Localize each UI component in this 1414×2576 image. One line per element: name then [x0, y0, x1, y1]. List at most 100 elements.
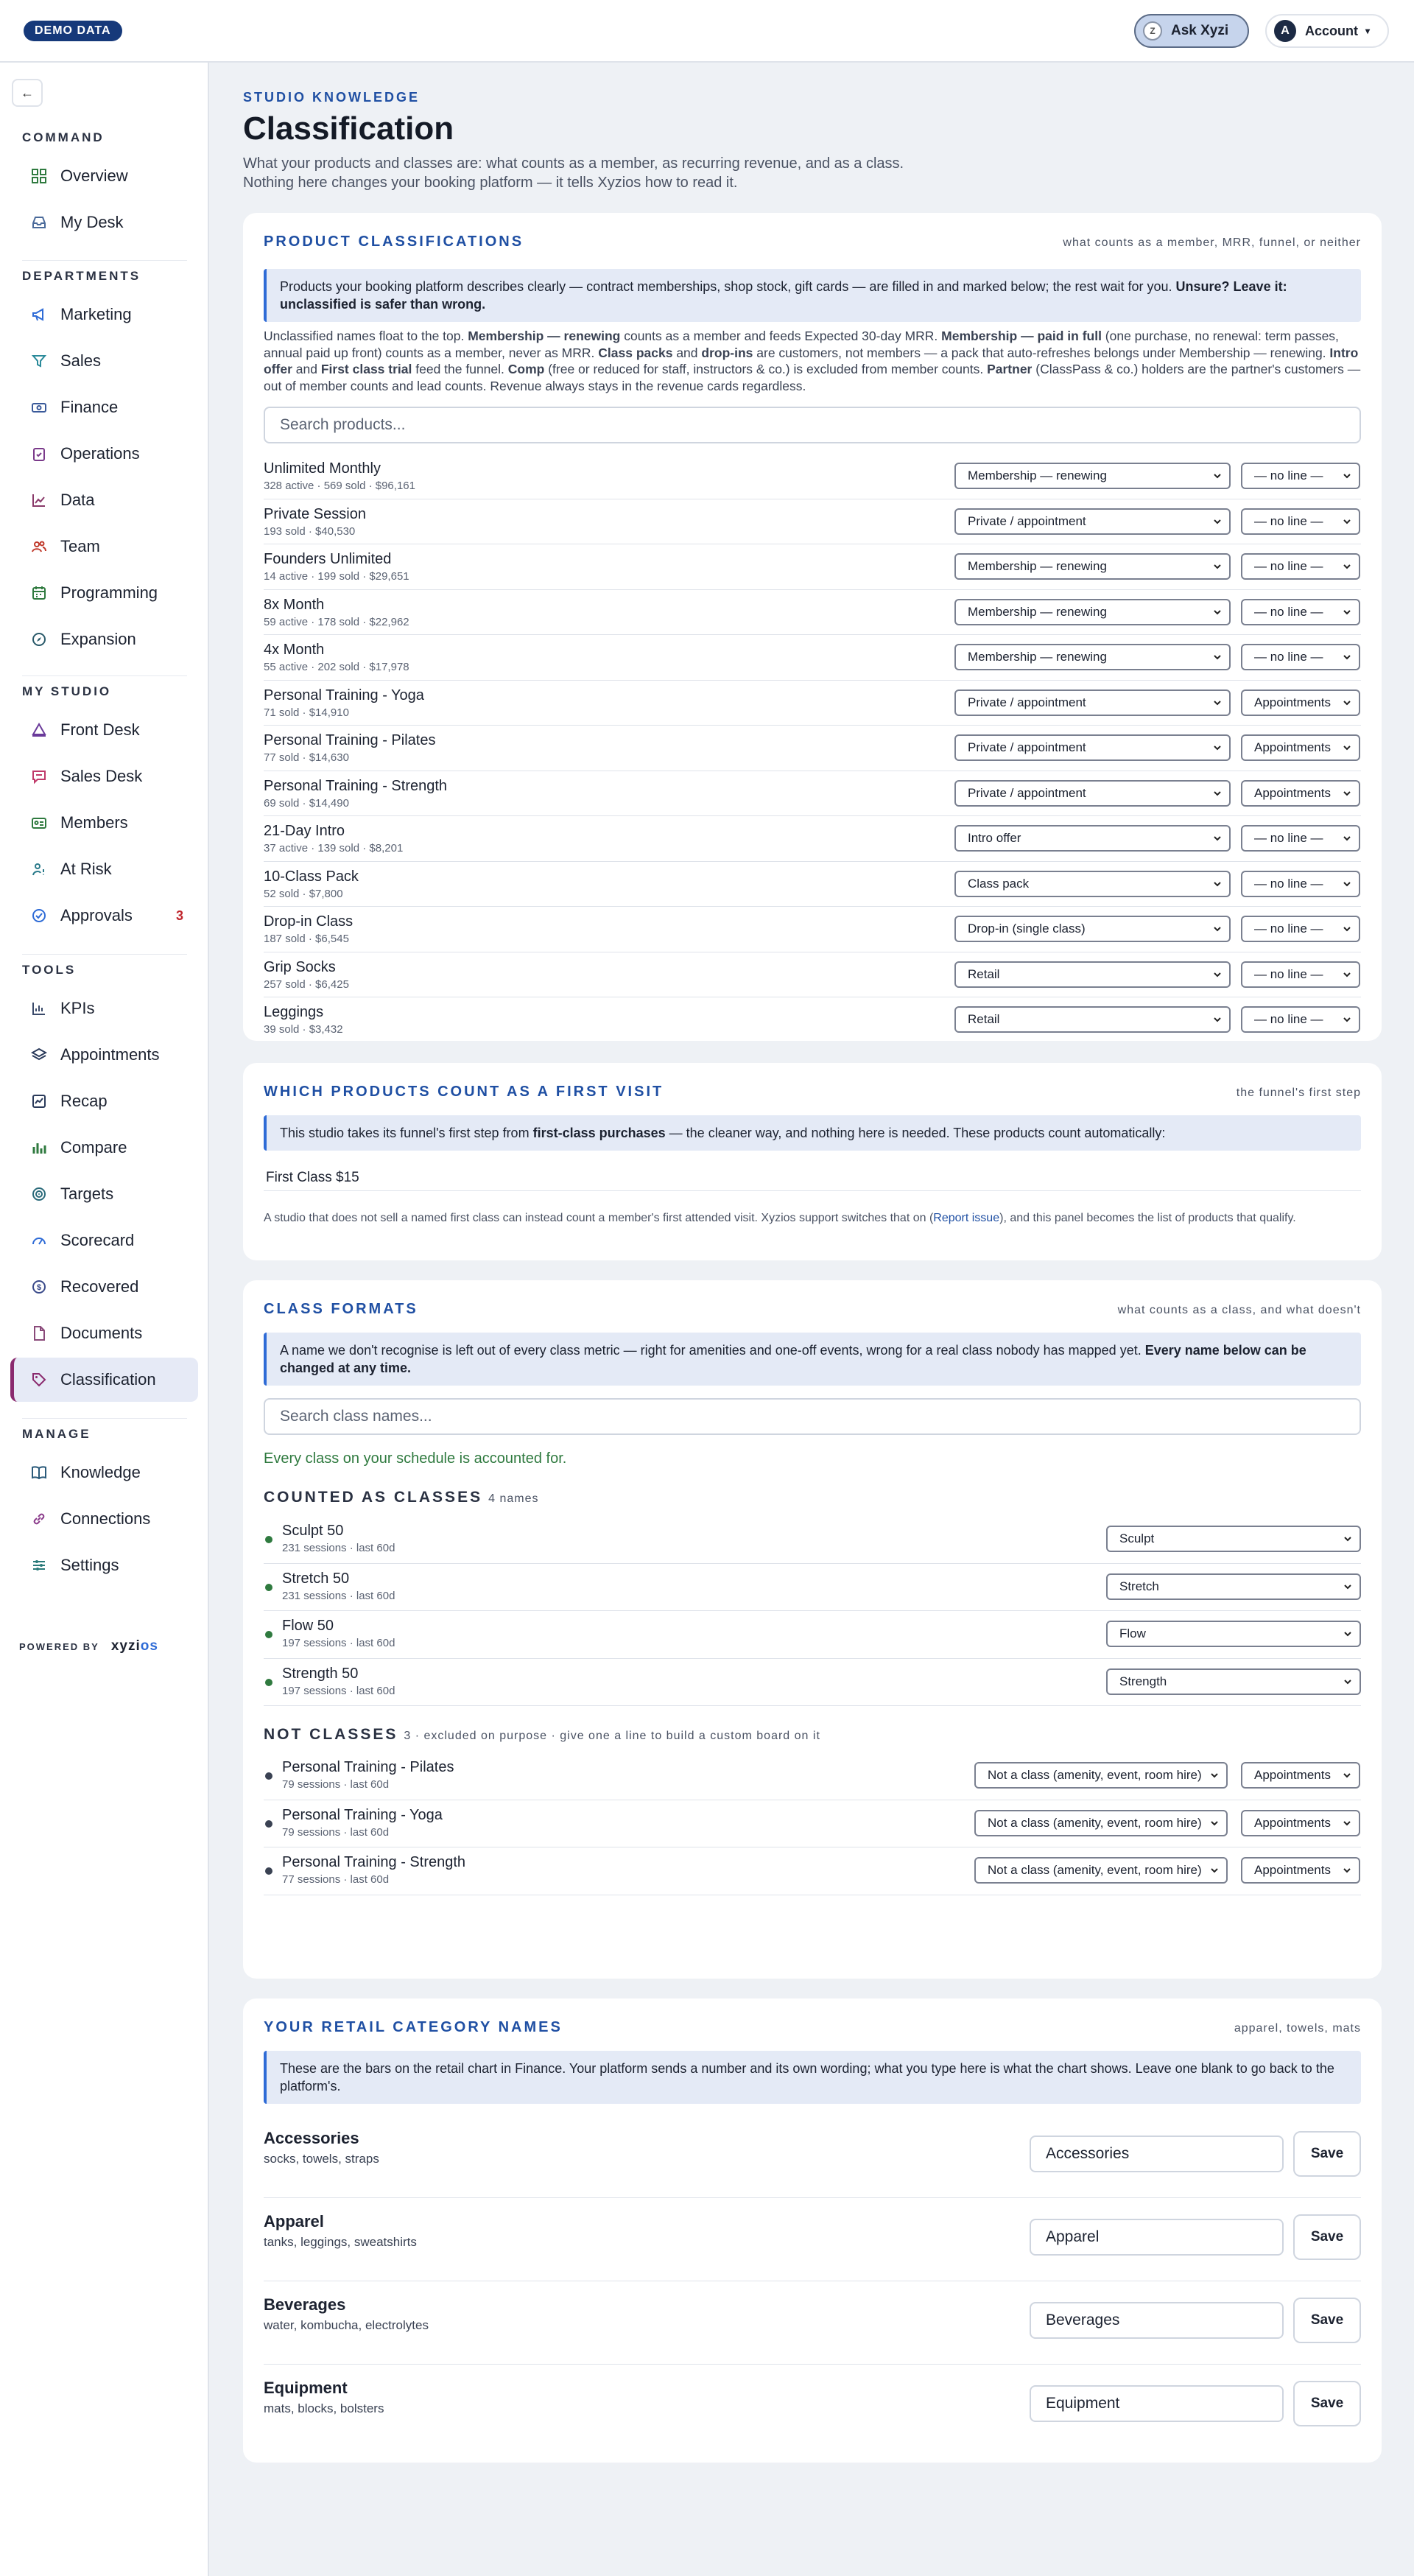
classification-select[interactable]: Retail: [954, 1006, 1231, 1033]
sidebar-item-approvals[interactable]: Approvals 3: [10, 894, 198, 938]
collapse-sidebar-button[interactable]: ←: [12, 79, 43, 107]
class-stats: 79 sessions · last 60d: [282, 1825, 390, 1839]
sidebar-item-front-desk[interactable]: Front Desk: [10, 708, 198, 752]
product-row: Personal Training - Yoga 71 sold · $14,91…: [264, 681, 1361, 726]
category-name: Apparel: [264, 2212, 324, 2231]
sidebar-item-settings[interactable]: Settings: [10, 1543, 198, 1587]
sidebar-item-scorecard[interactable]: Scorecard: [10, 1218, 198, 1263]
line-select[interactable]: — no line —: [1241, 553, 1360, 580]
report-issue-link[interactable]: Report issue: [933, 1212, 999, 1224]
line-select[interactable]: Appointments: [1241, 734, 1360, 761]
save-button[interactable]: Save: [1293, 2131, 1361, 2177]
category-display-name-input[interactable]: Equipment: [1030, 2385, 1284, 2422]
line-select[interactable]: — no line —: [1241, 463, 1360, 489]
classification-select[interactable]: Membership — renewing: [954, 598, 1231, 625]
card-note: apparel, towels, mats: [1234, 2022, 1361, 2035]
line-select[interactable]: Appointments: [1241, 779, 1360, 807]
sidebar-item-sales[interactable]: Sales: [10, 339, 198, 383]
product-stats: 14 active · 199 sold · $29,651: [264, 570, 409, 583]
sidebar-item-label: Targets: [60, 1185, 114, 1203]
sidebar-item-label: Finance: [60, 398, 119, 416]
line-select[interactable]: Appointments: [1241, 1762, 1360, 1789]
class-format-select[interactable]: Not a class (amenity, event, room hire): [974, 1809, 1228, 1836]
classification-select[interactable]: Membership — renewing: [954, 644, 1231, 670]
line-select[interactable]: — no line —: [1241, 916, 1360, 942]
sidebar-item-data[interactable]: Data: [10, 478, 198, 522]
save-button[interactable]: Save: [1293, 2381, 1361, 2426]
sidebar-item-appointments[interactable]: Appointments: [10, 1033, 198, 1077]
class-format-select[interactable]: Sculpt: [1106, 1526, 1361, 1552]
sidebar-item-operations[interactable]: Operations: [10, 432, 198, 476]
class-format-select[interactable]: Flow: [1106, 1621, 1361, 1647]
ask-xyzi-button[interactable]: Z Ask Xyzi: [1134, 14, 1249, 48]
chevron-down-icon: [1344, 1584, 1351, 1589]
sidebar-item-my-desk[interactable]: My Desk: [10, 200, 198, 245]
category-display-name-input[interactable]: Apparel: [1030, 2219, 1284, 2256]
classification-select[interactable]: Membership — renewing: [954, 553, 1231, 580]
search-products-input[interactable]: Search products...: [264, 407, 1361, 443]
sidebar-item-at-risk[interactable]: At Risk: [10, 847, 198, 891]
sidebar-item-classification[interactable]: Classification: [10, 1358, 198, 1402]
clipboard-icon: [31, 446, 47, 462]
line-select[interactable]: — no line —: [1241, 508, 1360, 535]
classification-select[interactable]: Private / appointment: [954, 734, 1231, 761]
sidebar-item-sales-desk[interactable]: Sales Desk: [10, 754, 198, 799]
sidebar-item-recovered[interactable]: $ Recovered: [10, 1265, 198, 1309]
category-display-name-input[interactable]: Accessories: [1030, 2135, 1284, 2172]
line-select[interactable]: Appointments: [1241, 1809, 1360, 1836]
excluded-status-dot: [265, 1819, 272, 1828]
approvals-count-badge: 3: [175, 908, 183, 923]
sidebar-item-connections[interactable]: Connections: [10, 1497, 198, 1541]
classification-select[interactable]: Membership — renewing: [954, 463, 1231, 489]
line-select[interactable]: — no line —: [1241, 825, 1360, 852]
sidebar-item-recap[interactable]: Recap: [10, 1079, 198, 1123]
classification-select[interactable]: Drop-in (single class): [954, 916, 1231, 942]
line-select[interactable]: — no line —: [1241, 598, 1360, 625]
sidebar-item-kpis[interactable]: KPIs: [10, 986, 198, 1031]
sidebar-item-team[interactable]: Team: [10, 524, 198, 569]
not-classes-heading: NOT CLASSES 3 · excluded on purpose · giv…: [264, 1726, 820, 1743]
class-format-select[interactable]: Not a class (amenity, event, room hire): [974, 1857, 1228, 1884]
sidebar-item-programming[interactable]: Programming: [10, 571, 198, 615]
line-select[interactable]: — no line —: [1241, 961, 1360, 988]
classification-select[interactable]: Private / appointment: [954, 508, 1231, 535]
classification-select[interactable]: Private / appointment: [954, 689, 1231, 716]
line-select[interactable]: Appointments: [1241, 1857, 1360, 1884]
classification-select[interactable]: Intro offer: [954, 825, 1231, 852]
class-format-select[interactable]: Stretch: [1106, 1573, 1361, 1600]
class-stats: 231 sessions · last 60d: [282, 1542, 395, 1554]
class-stats: 197 sessions · last 60d: [282, 1637, 395, 1649]
line-select[interactable]: — no line —: [1241, 644, 1360, 670]
sidebar-item-compare[interactable]: Compare: [10, 1126, 198, 1170]
class-row: Sculpt 50 231 sessions · last 60d Sculpt: [264, 1516, 1361, 1564]
class-name: Sculpt 50: [282, 1523, 344, 1539]
tag-icon: [31, 1372, 47, 1388]
sidebar-item-overview[interactable]: Overview: [10, 154, 198, 198]
product-row: Personal Training - Pilates 77 sold · $14…: [264, 726, 1361, 771]
sidebar-item-expansion[interactable]: Expansion: [10, 617, 198, 661]
class-format-select[interactable]: Strength: [1106, 1668, 1361, 1695]
classification-select[interactable]: Private / appointment: [954, 779, 1231, 807]
chat-icon: [31, 768, 47, 785]
save-button[interactable]: Save: [1293, 2214, 1361, 2260]
line-select[interactable]: — no line —: [1241, 1006, 1360, 1033]
sidebar-item-marketing[interactable]: Marketing: [10, 292, 198, 337]
section-divider: [22, 1418, 187, 1419]
save-button[interactable]: Save: [1293, 2298, 1361, 2343]
search-class-names-input[interactable]: Search class names...: [264, 1398, 1361, 1435]
sidebar-item-finance[interactable]: Finance: [10, 385, 198, 429]
line-select[interactable]: Appointments: [1241, 689, 1360, 716]
chevron-down-icon: [1214, 972, 1221, 977]
sidebar-item-targets[interactable]: Targets: [10, 1172, 198, 1216]
line-select[interactable]: — no line —: [1241, 870, 1360, 897]
first-visit-card: WHICH PRODUCTS COUNT AS A FIRST VISIT th…: [243, 1063, 1382, 1260]
class-format-select[interactable]: Not a class (amenity, event, room hire): [974, 1762, 1228, 1789]
sidebar-item-knowledge[interactable]: Knowledge: [10, 1450, 198, 1495]
sidebar-item-members[interactable]: Members: [10, 801, 198, 845]
account-menu-button[interactable]: A Account ▾: [1265, 14, 1389, 48]
classification-select[interactable]: Retail: [954, 961, 1231, 988]
sidebar-item-documents[interactable]: Documents: [10, 1311, 198, 1355]
classification-select[interactable]: Class pack: [954, 870, 1231, 897]
product-stats: 187 sold · $6,545: [264, 933, 349, 945]
category-display-name-input[interactable]: Beverages: [1030, 2302, 1284, 2339]
